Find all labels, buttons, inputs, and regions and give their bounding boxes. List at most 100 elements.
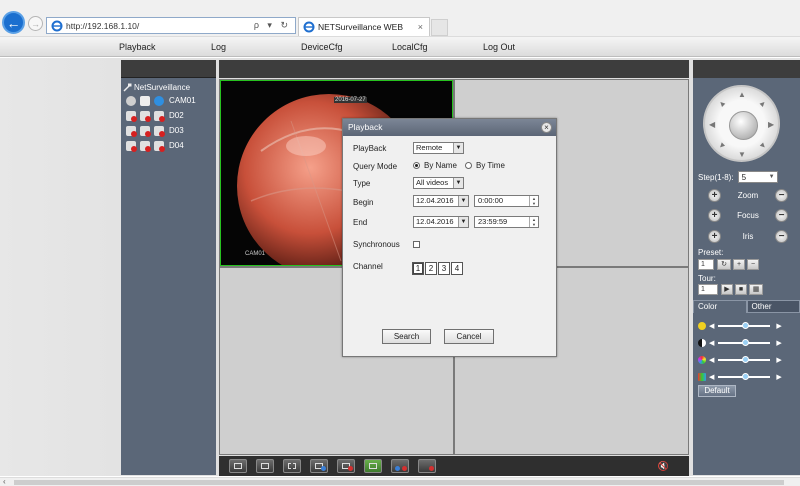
back-arrow-icon[interactable]: ←	[2, 11, 25, 34]
default-button[interactable]: Default	[698, 385, 736, 397]
open-all-icon[interactable]	[310, 459, 328, 473]
slider-track[interactable]	[718, 322, 771, 329]
begin-date-picker[interactable]: 12.04.2016 ▼	[413, 195, 469, 207]
ptz-down-left-icon[interactable]: ▼	[716, 140, 728, 152]
focus-in-button[interactable]: +	[708, 208, 721, 222]
new-tab-button[interactable]	[431, 19, 448, 36]
disconnected-icon[interactable]	[140, 140, 151, 152]
menu-playback[interactable]: Playback	[119, 42, 156, 52]
disconnected-icon[interactable]	[126, 140, 137, 152]
by-name-radio[interactable]	[413, 162, 420, 169]
disconnected-icon[interactable]	[126, 110, 137, 122]
tree-root[interactable]: NetSurveillance	[123, 81, 214, 93]
slider-track[interactable]	[718, 339, 771, 346]
iris-open-button[interactable]: +	[708, 229, 721, 243]
disconnected-icon[interactable]	[154, 110, 165, 122]
tree-item-cam01[interactable]: CAM01	[123, 93, 214, 108]
close-all-icon[interactable]	[337, 459, 355, 473]
end-time-input[interactable]: 23:59:59 ▲ ▼	[474, 216, 539, 228]
preset-input[interactable]: 1	[698, 259, 714, 270]
tree-item-d02[interactable]: D02	[123, 108, 214, 123]
snapshot-icon[interactable]	[364, 459, 382, 473]
synchronous-checkbox[interactable]	[413, 241, 420, 248]
slider-knob[interactable]	[742, 373, 750, 380]
preset-goto-icon[interactable]: ↻	[717, 259, 731, 270]
focus-out-button[interactable]: −	[774, 208, 788, 222]
slider-knob[interactable]	[742, 356, 750, 363]
horizontal-scrollbar[interactable]: ‹	[0, 477, 800, 486]
disconnected-icon[interactable]	[154, 125, 165, 137]
tree-item-d03[interactable]: D03	[123, 123, 214, 138]
slider-increase-icon[interactable]: ▶	[776, 339, 781, 347]
quad-view-icon[interactable]	[283, 459, 301, 473]
channel-3-button[interactable]: 3	[438, 262, 450, 275]
begin-time-input[interactable]: 0:00:00 ▲ ▼	[474, 195, 539, 207]
ptz-up-icon[interactable]: ▲	[738, 90, 746, 99]
menu-devicecfg[interactable]: DeviceCfg	[301, 42, 343, 52]
slider-increase-icon[interactable]: ▶	[776, 356, 781, 364]
disconnected-icon[interactable]	[126, 125, 137, 137]
tour-grid-icon[interactable]: ▦	[749, 284, 763, 295]
cancel-button[interactable]: Cancel	[444, 329, 494, 344]
search-button[interactable]: Search	[382, 329, 431, 344]
tab-close-icon[interactable]: ×	[418, 22, 423, 32]
volume-mute-icon[interactable]: 🔇	[658, 461, 669, 472]
slider-track[interactable]	[718, 373, 771, 380]
stop-icon[interactable]	[126, 95, 136, 106]
tour-play-icon[interactable]: ▶	[721, 284, 733, 295]
tour-input[interactable]: 1	[698, 284, 718, 295]
tab-color[interactable]: Color	[693, 300, 747, 313]
ptz-up-right-icon[interactable]: ▲	[757, 98, 769, 110]
slider-knob[interactable]	[742, 322, 750, 329]
menu-logout[interactable]: Log Out	[483, 42, 515, 52]
close-icon[interactable]: ×	[541, 122, 552, 133]
playback-select[interactable]: Remote ▼	[413, 142, 464, 154]
iris-close-button[interactable]: −	[774, 229, 788, 243]
spinner-icon[interactable]: ▲ ▼	[529, 217, 538, 227]
forward-arrow-icon[interactable]: →	[28, 16, 43, 31]
slider-increase-icon[interactable]: ▶	[776, 322, 781, 330]
ptz-left-icon[interactable]: ◀	[709, 120, 715, 129]
slider-knob[interactable]	[742, 339, 750, 346]
spinner-icon[interactable]: ▲ ▼	[529, 196, 538, 206]
slider-decrease-icon[interactable]: ◀	[709, 356, 714, 364]
slider-increase-icon[interactable]: ▶	[776, 373, 781, 381]
ptz-down-icon[interactable]: ▼	[738, 150, 746, 159]
by-time-radio[interactable]	[465, 162, 472, 169]
tab-other[interactable]: Other	[746, 300, 800, 313]
tour-stop-icon[interactable]: ■	[735, 284, 747, 295]
single-view-icon[interactable]	[256, 459, 274, 473]
slider-decrease-icon[interactable]: ◀	[709, 373, 714, 381]
record-all-icon[interactable]	[391, 459, 409, 473]
stop-record-icon[interactable]	[418, 459, 436, 473]
channel-4-button[interactable]: 4	[451, 262, 463, 275]
fullscreen-icon[interactable]	[229, 459, 247, 473]
ptz-right-icon[interactable]: ▶	[768, 120, 774, 129]
preset-delete-icon[interactable]: −	[747, 259, 759, 270]
type-select[interactable]: All videos ▼	[413, 177, 464, 189]
menu-log[interactable]: Log	[211, 42, 226, 52]
scroll-thumb[interactable]	[14, 480, 784, 485]
ptz-down-right-icon[interactable]: ▼	[757, 140, 769, 152]
disconnected-icon[interactable]	[140, 110, 151, 122]
zoom-in-button[interactable]: +	[708, 188, 721, 202]
ptz-direction-pad[interactable]: ▲ ▼ ◀ ▶ ▲ ▲ ▼ ▼	[703, 85, 780, 162]
address-url[interactable]: http://192.168.1.10/	[66, 21, 254, 31]
connect-icon[interactable]	[154, 95, 164, 106]
zoom-out-button[interactable]: −	[774, 188, 788, 202]
address-bar[interactable]: http://192.168.1.10/ ρ ▾ ↻	[46, 17, 296, 34]
tree-item-d04[interactable]: D04	[123, 138, 214, 153]
disconnected-icon[interactable]	[140, 125, 151, 137]
preset-add-icon[interactable]: +	[733, 259, 745, 270]
slider-decrease-icon[interactable]: ◀	[709, 322, 714, 330]
disconnected-icon[interactable]	[154, 140, 165, 152]
browser-tab[interactable]: NETSurveillance WEB ×	[298, 17, 430, 36]
channel-2-button[interactable]: 2	[425, 262, 437, 275]
ptz-up-left-icon[interactable]: ▲	[716, 98, 728, 110]
menu-localcfg[interactable]: LocalCfg	[392, 42, 428, 52]
slider-track[interactable]	[718, 356, 771, 363]
record-icon[interactable]	[140, 95, 150, 106]
end-date-picker[interactable]: 12.04.2016 ▼	[413, 216, 469, 228]
ptz-center-button[interactable]	[729, 111, 758, 140]
channel-1-button[interactable]: 1	[412, 262, 424, 275]
